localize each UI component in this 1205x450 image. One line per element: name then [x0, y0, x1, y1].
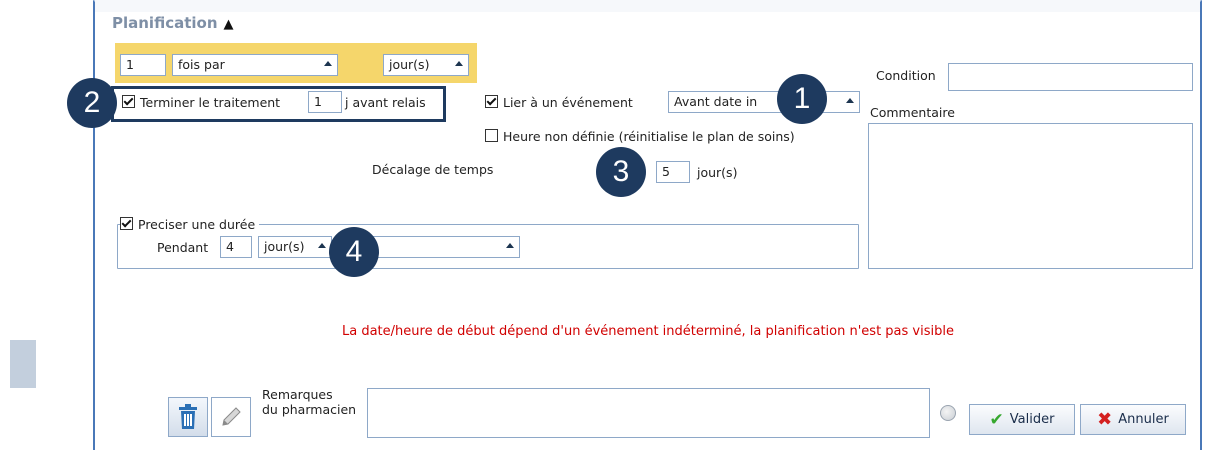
check-icon: ✔ — [989, 409, 1004, 430]
time-offset-unit: jour(s) — [697, 165, 738, 180]
undefined-time-checkbox[interactable] — [485, 129, 498, 142]
frequency-count-input[interactable]: 1 — [120, 54, 166, 76]
callout-badge-3: 3 — [596, 147, 646, 197]
callout-badge-1: 1 — [777, 74, 827, 124]
cross-icon: ✖ — [1097, 409, 1113, 430]
validate-label: Valider — [1009, 412, 1055, 427]
frequency-unit-value: jour(s) — [389, 57, 430, 72]
comment-label: Commentaire — [870, 105, 955, 120]
planning-warning: La date/heure de début dépend d'un événe… — [342, 324, 954, 339]
duration-unit-value: jour(s) — [264, 239, 305, 254]
link-event-checkbox[interactable] — [485, 95, 498, 108]
chevron-down-icon — [324, 61, 332, 66]
remarks-label-line1: Remarques — [262, 387, 333, 402]
comment-textarea[interactable] — [868, 123, 1193, 269]
duration-checkbox[interactable] — [120, 217, 133, 230]
duration-legend: Preciser une durée — [138, 217, 256, 232]
terminate-checkbox-row[interactable]: Terminer le traitement — [122, 95, 280, 110]
panel-top-strip — [95, 0, 1200, 12]
section-title[interactable]: Planification ▲ — [112, 14, 234, 32]
terminate-days-input[interactable]: 1 — [308, 91, 342, 113]
time-offset-label: Décalage de temps — [372, 162, 494, 177]
cancel-button[interactable]: ✖ Annuler — [1080, 404, 1186, 435]
link-event-row[interactable]: Lier à un événement — [485, 95, 633, 110]
callout-badge-2: 2 — [67, 78, 117, 128]
collapse-triangle-icon[interactable]: ▲ — [224, 17, 234, 32]
remarks-label-line2: du pharmacien — [262, 402, 357, 417]
event-select[interactable]: Avant date in — [668, 91, 860, 113]
section-title-label: Planification — [112, 14, 218, 32]
terminate-label: Terminer le traitement — [140, 95, 281, 110]
during-label: Pendant — [157, 240, 209, 255]
cancel-label: Annuler — [1118, 412, 1169, 427]
duration-unit-select[interactable]: jour(s) — [258, 236, 332, 258]
link-event-label: Lier à un événement — [503, 95, 633, 110]
event-select-value: Avant date in — [674, 94, 758, 109]
validate-button[interactable]: ✔ Valider — [969, 404, 1075, 435]
terminate-suffix: j avant relais — [345, 95, 426, 110]
condition-label: Condition — [876, 68, 936, 83]
chevron-down-icon — [506, 243, 514, 248]
time-offset-input[interactable]: 5 — [656, 161, 690, 183]
duration-value-input[interactable]: 4 — [220, 236, 252, 258]
chevron-down-icon — [846, 98, 854, 103]
terminate-checkbox[interactable] — [122, 95, 135, 108]
chevron-down-icon — [318, 243, 326, 248]
callout-badge-4: 4 — [329, 227, 379, 277]
chevron-down-icon — [455, 61, 463, 66]
undefined-time-label: Heure non définie (réinitialise le plan … — [503, 129, 795, 144]
edit-button[interactable] — [211, 397, 251, 437]
undefined-time-row[interactable]: Heure non définie (réinitialise le plan … — [485, 129, 795, 144]
frequency-mode-value: fois par — [178, 57, 225, 72]
frequency-unit-select[interactable]: jour(s) — [383, 54, 469, 76]
frequency-mode-select[interactable]: fois par — [172, 54, 338, 76]
remarks-label: Remarques du pharmacien — [262, 387, 356, 417]
radio-icon[interactable] — [940, 405, 956, 421]
duration-legend-row[interactable]: Preciser une durée — [120, 217, 260, 232]
side-marker — [10, 340, 36, 388]
pencil-icon — [222, 407, 241, 426]
condition-input[interactable] — [948, 63, 1193, 91]
trash-icon — [179, 404, 197, 429]
delete-button[interactable] — [168, 397, 208, 437]
remarks-input[interactable] — [367, 388, 930, 438]
